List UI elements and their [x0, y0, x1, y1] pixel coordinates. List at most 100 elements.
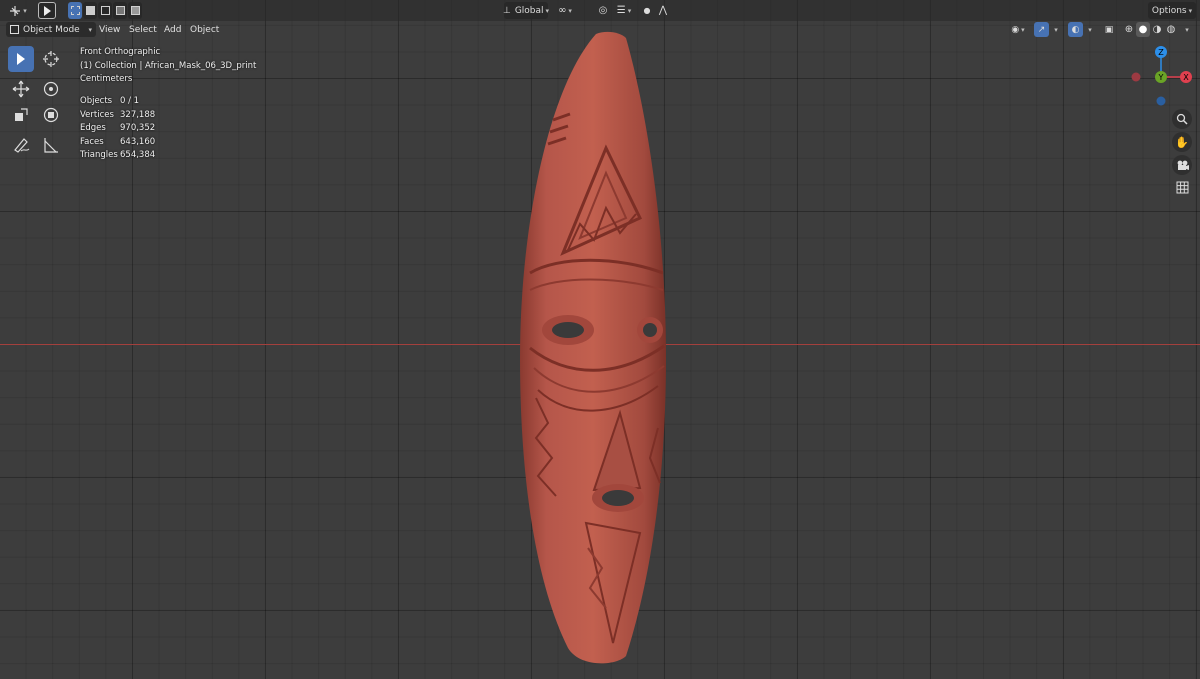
select-box-extend-button[interactable]: [83, 2, 97, 19]
select-box-intersect-button[interactable]: [128, 2, 142, 19]
stat-value: 970,352: [120, 123, 156, 134]
scale-tool[interactable]: [8, 102, 34, 128]
neg-x-axis-handle[interactable]: [1131, 72, 1141, 82]
pivot-point-select[interactable]: ∞ ▾: [552, 2, 578, 19]
cursor-arrow-icon: [17, 53, 25, 65]
z-axis-label: Z: [1158, 48, 1164, 57]
camera-icon: [1177, 160, 1189, 170]
menu-object[interactable]: Object: [186, 22, 223, 37]
wireframe-sphere-icon: ⊕: [1124, 24, 1134, 35]
material-sphere-icon: ◑: [1152, 24, 1162, 35]
snap-increment-icon: ☰: [616, 5, 626, 16]
scale-icon: [15, 108, 28, 121]
collection-label: (1) Collection | African_Mask_06_3D_prin…: [80, 60, 257, 71]
x-axis-label: X: [1183, 73, 1189, 82]
menu-view[interactable]: View: [95, 22, 124, 37]
transform-tool[interactable]: [38, 102, 64, 128]
stat-label: Objects: [80, 96, 113, 106]
visibility-select[interactable]: ◉ ▾: [1006, 22, 1030, 37]
units-label: Centimeters: [80, 74, 133, 85]
stat-value: 643,160: [120, 136, 156, 147]
zoom-button[interactable]: [1172, 109, 1192, 129]
proportional-edit-toggle[interactable]: ●: [640, 2, 654, 19]
view-name: Front Orthographic: [80, 47, 161, 57]
shading-rendered[interactable]: ◍: [1164, 22, 1178, 37]
annotate-tool[interactable]: [8, 132, 34, 158]
snap-toggle[interactable]: ◎: [596, 2, 610, 19]
mode-select[interactable]: Object Mode ▾: [6, 22, 96, 37]
camera-view-button[interactable]: [1172, 155, 1192, 175]
stat-row: Objects 0 / 1: [80, 95, 155, 109]
overlays-toggle[interactable]: ◐: [1068, 22, 1083, 37]
viewport-menubar: Object Mode ▾ View Select Add Object ◉ ▾ …: [0, 21, 1200, 38]
hand-icon: ✋: [1175, 135, 1189, 149]
select-box-difference-button[interactable]: [113, 2, 127, 19]
chevron-down-icon: ▾: [1088, 25, 1092, 34]
gizmo-toggle[interactable]: ↗: [1034, 22, 1049, 37]
3d-cursor-icon: [43, 51, 59, 67]
chevron-down-icon: ▾: [1054, 25, 1058, 34]
african-mask-model[interactable]: [508, 28, 688, 668]
rotate-icon: [43, 81, 59, 97]
editor-type-button[interactable]: ▾: [6, 2, 30, 19]
gizmo-arrow-icon: ↗: [1037, 24, 1046, 35]
solid-sphere-icon: ●: [1138, 24, 1148, 35]
menu-select[interactable]: Select: [125, 22, 161, 37]
object-mode-icon: [10, 25, 19, 34]
pan-button[interactable]: ✋: [1172, 132, 1192, 152]
move-tool[interactable]: [8, 76, 34, 102]
ruler-icon: [44, 138, 58, 153]
dot-icon: ●: [643, 6, 651, 15]
scene-statistics: Objects 0 / 1 Vertices 327,188 Edges 970,35…: [80, 95, 155, 163]
shading-dropdown[interactable]: ▾: [1180, 22, 1192, 37]
eye-icon: ◉: [1011, 24, 1020, 35]
perspective-toggle-button[interactable]: [1172, 177, 1192, 197]
menu-add[interactable]: Add: [160, 22, 185, 37]
cursor-icon: [43, 5, 51, 16]
grid-icon: [1176, 181, 1188, 193]
xray-icon: ▣: [1104, 24, 1114, 35]
cursor-tool[interactable]: [38, 46, 64, 72]
shading-wireframe[interactable]: ⊕: [1122, 22, 1136, 37]
stat-label: Faces: [80, 136, 104, 147]
falloff-select[interactable]: ⋀: [656, 2, 670, 19]
viewport-info: Front Orthographic (1) Collection | Afri…: [80, 46, 256, 87]
stat-label: Vertices: [80, 109, 114, 120]
stat-value: 0 / 1: [120, 96, 140, 106]
overlays-dropdown[interactable]: ▾: [1083, 22, 1095, 37]
tool-shelf: [6, 44, 66, 162]
magnifier-icon: [1176, 113, 1188, 125]
measure-tool[interactable]: [38, 132, 64, 158]
pencil-icon: [14, 138, 30, 153]
axes-icon: ⊥: [502, 5, 511, 16]
magnet-icon: ◎: [598, 5, 608, 16]
mode-label: Object Mode: [23, 24, 80, 35]
stat-row: Vertices 327,188: [80, 109, 155, 123]
stat-row: Edges 970,352: [80, 122, 155, 136]
select-tool-toggle[interactable]: [38, 2, 56, 19]
transform-orientation-label: Global: [514, 5, 544, 16]
shading-material[interactable]: ◑: [1150, 22, 1164, 37]
xray-toggle[interactable]: ▣: [1102, 22, 1116, 37]
select-box-new-button[interactable]: [68, 2, 82, 19]
snap-target-select[interactable]: ☰ ▾: [612, 2, 636, 19]
gizmo-dropdown[interactable]: ▾: [1049, 22, 1061, 37]
select-box-subtract-button[interactable]: [98, 2, 112, 19]
stat-row: Triangles 654,384: [80, 149, 155, 163]
transform-icon: [43, 107, 59, 123]
chevron-down-icon: ▾: [545, 6, 550, 15]
link-icon: ∞: [558, 5, 567, 16]
shading-solid[interactable]: ●: [1136, 22, 1150, 37]
viewport-header: ▾ ⊥ Global ▾ ∞ ▾ ◎ ☰ ▾ ● ⋀ Options ▾: [0, 0, 1200, 21]
neg-z-axis-handle[interactable]: [1156, 96, 1166, 106]
y-axis-label: Y: [1158, 73, 1164, 82]
stat-label: Edges: [80, 123, 106, 134]
options-dropdown[interactable]: Options ▾: [1148, 2, 1196, 19]
navigation-gizmo[interactable]: Z X Y: [1128, 44, 1196, 110]
transform-orientation-select[interactable]: ⊥ Global ▾: [502, 2, 550, 19]
select-tool[interactable]: [8, 46, 34, 72]
chevron-down-icon: ▾: [88, 25, 92, 34]
rotate-tool[interactable]: [38, 76, 64, 102]
move-arrows-icon: [12, 80, 30, 98]
stat-value: 327,188: [120, 109, 156, 120]
